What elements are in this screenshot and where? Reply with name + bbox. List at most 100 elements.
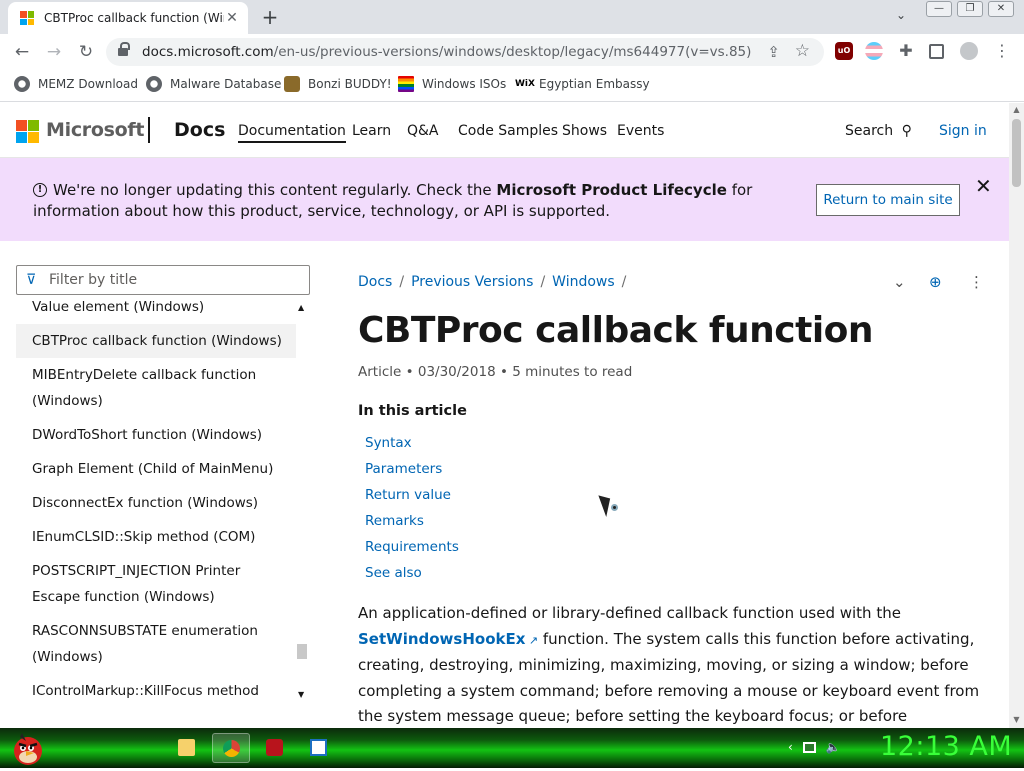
toc-link-return-value[interactable]: Return value: [365, 485, 459, 511]
page-scroll-up-icon[interactable]: ▲: [1009, 105, 1024, 114]
filter-icon: ⊽: [26, 272, 37, 288]
toc-item[interactable]: IControlMarkup::KillFocus method (Window…: [16, 674, 296, 702]
toc-item[interactable]: DWordToShort function (Windows): [16, 418, 296, 452]
browser-toolbar: ← → ↻ docs.microsoft.com/en-us/previous-…: [0, 34, 1024, 70]
volume-icon[interactable]: 🔈: [826, 740, 841, 754]
add-collection-icon[interactable]: ⊕: [929, 273, 942, 291]
bookmark-memz[interactable]: MEMZ Download: [14, 76, 138, 92]
return-to-main-site-button[interactable]: Return to main site: [816, 184, 960, 216]
taskbar-file-explorer[interactable]: [168, 733, 206, 763]
folder-icon: [178, 739, 195, 756]
restore-button[interactable]: ❐: [957, 1, 983, 17]
banner-close-icon[interactable]: ✕: [975, 174, 992, 198]
microsoft-brand[interactable]: Microsoft: [46, 119, 144, 141]
start-button-angry-bird-icon[interactable]: [8, 729, 48, 767]
ublock-extension-icon[interactable]: uO: [835, 42, 853, 60]
side-panel-icon[interactable]: [929, 44, 944, 59]
browser-tab[interactable]: CBTProc callback function (Windows) ✕: [8, 2, 248, 34]
toc-link-requirements[interactable]: Requirements: [365, 537, 459, 563]
search-label: Search: [845, 123, 894, 139]
nav-learn[interactable]: Learn: [352, 123, 391, 139]
taskbar-chrome[interactable]: [212, 733, 250, 763]
minimize-button[interactable]: —: [926, 1, 952, 17]
toc-item[interactable]: POSTSCRIPT_INJECTION Printer Escape func…: [16, 554, 296, 614]
bookmarks-bar: MEMZ Download Malware Database Bonzi BUD…: [0, 70, 1024, 102]
toc-item[interactable]: CBTProc callback function (Windows): [16, 324, 296, 358]
lock-icon[interactable]: [118, 42, 130, 58]
docs-header: Microsoft Docs Documentation Learn Q&A C…: [0, 103, 1009, 158]
flag-extension-icon[interactable]: [865, 42, 883, 60]
page-scroll-thumb[interactable]: [1012, 119, 1021, 187]
toc-link-syntax[interactable]: Syntax: [365, 433, 459, 459]
reload-button[interactable]: ↻: [74, 40, 98, 64]
banner-message: We're no longer updating this content re…: [33, 181, 753, 220]
filter-by-title-input[interactable]: [47, 270, 297, 290]
nav-code-samples[interactable]: Code Samples: [458, 123, 558, 139]
toc-item[interactable]: RASCONNSUBSTATE enumeration (Windows): [16, 614, 296, 674]
microsoft-logo-icon[interactable]: [16, 120, 39, 143]
back-button[interactable]: ←: [10, 40, 34, 64]
new-tab-button[interactable]: +: [258, 6, 282, 28]
toc-item[interactable]: IEnumCLSID::Skip method (COM): [16, 520, 296, 554]
bookmark-egyptian-embassy[interactable]: WiX Egyptian Embassy: [515, 76, 650, 92]
search-button[interactable]: Search ⚲: [845, 123, 912, 139]
globe-icon: [14, 76, 30, 92]
archive-banner: ! We're no longer updating this content …: [0, 158, 1009, 241]
toc-item[interactable]: Value element (Windows): [16, 299, 296, 324]
url-text[interactable]: docs.microsoft.com/en-us/previous-versio…: [142, 44, 751, 60]
taskbar-devcpp[interactable]: [256, 733, 294, 763]
page-scrollbar[interactable]: ▲ ▼: [1009, 103, 1024, 728]
tray-overflow-icon[interactable]: ‹: [788, 740, 793, 754]
toc-link-parameters[interactable]: Parameters: [365, 459, 459, 485]
toc-item[interactable]: Graph Element (Child of MainMenu): [16, 452, 296, 486]
toc-link-see-also[interactable]: See also: [365, 563, 459, 589]
filter-box: ⊽: [16, 265, 310, 295]
tab-close-icon[interactable]: ✕: [224, 10, 240, 26]
toc-scroll-thumb[interactable]: [297, 644, 307, 659]
taskbar-window-app[interactable]: [300, 733, 338, 763]
chevron-down-icon[interactable]: ⌄: [893, 273, 906, 291]
taskbar-clock[interactable]: 12:13 AM: [880, 731, 1012, 762]
nav-qa[interactable]: Q&A: [407, 123, 439, 139]
nav-events[interactable]: Events: [617, 123, 664, 139]
nav-shows[interactable]: Shows: [562, 123, 607, 139]
bookmark-malware-database[interactable]: Malware Database: [146, 76, 281, 92]
toc-item[interactable]: MIBEntryDelete callback function (Window…: [16, 358, 296, 418]
docs-home-link[interactable]: Docs: [174, 119, 225, 141]
bookmark-bonzi-buddy[interactable]: Bonzi BUDDY!: [284, 76, 392, 92]
header-divider: [148, 117, 150, 143]
product-lifecycle-link[interactable]: Microsoft Product Lifecycle: [496, 181, 727, 199]
breadcrumb: Docs / Previous Versions / Windows /: [358, 274, 627, 290]
in-this-article-list: Syntax Parameters Return value Remarks R…: [365, 433, 459, 589]
extensions-puzzle-icon[interactable]: ✚: [897, 42, 915, 60]
share-icon[interactable]: ⇪: [767, 43, 780, 61]
search-icon: ⚲: [901, 123, 912, 139]
bookmark-star-icon[interactable]: ☆: [795, 41, 810, 61]
chrome-menu-icon[interactable]: ⋮: [994, 42, 1010, 60]
toc-scrollbar[interactable]: ▲ ▼: [296, 299, 309, 702]
article-meta: Article • 03/30/2018 • 5 minutes to read: [358, 364, 633, 380]
page-scroll-down-icon[interactable]: ▼: [1009, 715, 1024, 724]
in-this-article-heading: In this article: [358, 403, 467, 419]
close-window-button[interactable]: ✕: [988, 1, 1014, 17]
address-bar[interactable]: docs.microsoft.com/en-us/previous-versio…: [106, 38, 824, 66]
profile-avatar-icon[interactable]: [960, 42, 978, 60]
toc-item[interactable]: DisconnectEx function (Windows): [16, 486, 296, 520]
tab-title: CBTProc callback function (Windows): [44, 11, 224, 25]
rainbow-flag-icon: [398, 76, 414, 92]
toc-link-remarks[interactable]: Remarks: [365, 511, 459, 537]
network-icon[interactable]: [802, 741, 816, 753]
scroll-down-arrow-icon[interactable]: ▼: [298, 690, 304, 699]
breadcrumb-docs[interactable]: Docs: [358, 274, 392, 290]
tab-search-dropdown-icon[interactable]: ⌄: [896, 8, 906, 22]
setwindowshookex-link[interactable]: SetWindowsHookEx ↗: [358, 630, 538, 648]
nav-documentation[interactable]: Documentation: [238, 123, 346, 143]
sign-in-link[interactable]: Sign in: [939, 123, 987, 139]
more-options-icon[interactable]: ⋮: [969, 273, 984, 291]
scroll-up-arrow-icon[interactable]: ▲: [298, 303, 304, 312]
breadcrumb-previous-versions[interactable]: Previous Versions: [411, 274, 533, 290]
forward-button[interactable]: →: [42, 40, 66, 64]
bookmark-windows-isos[interactable]: Windows ISOs: [398, 76, 506, 92]
breadcrumb-windows[interactable]: Windows: [552, 274, 615, 290]
page-title: CBTProc callback function: [358, 310, 874, 351]
